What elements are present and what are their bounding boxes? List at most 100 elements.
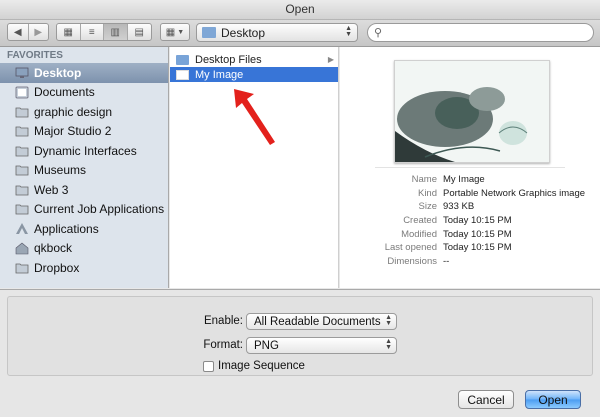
folder-icon — [202, 27, 216, 38]
format-value: PNG — [254, 339, 279, 352]
back-button[interactable]: ◀ — [8, 24, 29, 40]
sidebar-item-documents[interactable]: Documents — [0, 83, 168, 103]
folder-icon — [15, 105, 29, 118]
icon-grid-icon: ▦ — [63, 26, 73, 38]
format-popup[interactable]: PNG ▲ ▼ — [246, 337, 397, 354]
popup-arrows-icon: ▲ ▼ — [345, 25, 352, 38]
search-field[interactable]: ⚲ — [367, 23, 594, 42]
options-area: Enable: All Readable Documents ▲ ▼ Format… — [0, 289, 600, 381]
chevron-right-icon: ▶ — [34, 26, 43, 38]
annotation-arrow — [234, 89, 275, 145]
sidebar-item-label: Desktop — [34, 65, 82, 80]
enable-popup[interactable]: All Readable Documents ▲ ▼ — [246, 313, 397, 330]
sidebar-item-label: graphic design — [34, 104, 113, 119]
sidebar-item-label: Current Job Applications — [34, 202, 165, 217]
forward-button[interactable]: ▶ — [29, 24, 49, 40]
folder-icon — [15, 144, 29, 157]
sidebar-item-label: Applications — [34, 221, 99, 236]
sidebar-item-museums[interactable]: Museums — [0, 161, 168, 181]
info-row: Created Today 10:15 PM — [340, 214, 600, 228]
cover-flow-button[interactable]: ▤ — [128, 24, 151, 40]
nav-buttons: ◀ ▶ — [7, 23, 49, 41]
info-key: Dimensions — [387, 255, 437, 267]
sidebar-item-desktop[interactable]: Desktop — [0, 63, 168, 83]
icon-view-button[interactable]: ▦ — [57, 24, 81, 40]
info-key: Kind — [417, 187, 437, 199]
folder-icon — [15, 203, 29, 216]
arrange-grid-icon: ▦ — [165, 26, 176, 38]
sidebar-item-graphic-design[interactable]: graphic design — [0, 102, 168, 122]
window-title: Open — [0, 0, 600, 20]
disclosure-triangle-icon: ▶ — [327, 55, 334, 64]
popup-arrows-icon: ▲ ▼ — [385, 314, 392, 327]
sidebar-list: Desktop Documents graphic design Major Stud… — [0, 63, 168, 278]
folder-icon — [15, 183, 29, 196]
info-key: Last opened — [384, 242, 437, 254]
columns-icon: ▥ — [110, 26, 120, 38]
format-label: Format: — [203, 339, 243, 351]
info-key: Name — [411, 174, 437, 186]
chevron-left-icon: ◀ — [13, 26, 22, 38]
folder-icon — [15, 125, 29, 138]
file-name: Desktop Files — [195, 53, 262, 66]
info-value: My Image — [443, 174, 485, 186]
preview-divider — [375, 167, 565, 168]
image-sequence-checkbox[interactable] — [203, 361, 214, 372]
dropbox-folder-icon — [15, 261, 29, 274]
image-sequence-label: Image Sequence — [218, 360, 305, 372]
folder-icon — [176, 54, 189, 65]
info-row: Modified Today 10:15 PM — [340, 227, 600, 241]
sidebar-item-label: Dynamic Interfaces — [34, 143, 137, 158]
info-key: Size — [418, 201, 437, 213]
documents-icon — [15, 86, 29, 99]
info-row: Dimensions -- — [340, 255, 600, 269]
info-row: Last opened Today 10:15 PM — [340, 241, 600, 255]
enable-value: All Readable Documents — [254, 315, 381, 328]
bottom-bar: Cancel Open — [0, 381, 600, 417]
enable-label: Enable: — [203, 315, 243, 327]
file-info-list: Name My Image Kind Portable Network Graphic… — [340, 173, 600, 268]
search-icon: ⚲ — [374, 27, 383, 39]
info-key: Created — [403, 215, 437, 227]
preview-pane: Name My Image Kind Portable Network Graphic… — [340, 47, 600, 288]
cancel-button[interactable]: Cancel — [458, 390, 514, 409]
image-file-icon — [176, 69, 189, 80]
location-popup[interactable]: Desktop ▲ ▼ — [196, 23, 358, 42]
info-value: Today 10:15 PM — [443, 228, 512, 240]
info-value: -- — [443, 255, 450, 267]
info-row: Kind Portable Network Graphics image — [340, 187, 600, 201]
list-view-button[interactable]: ≡ — [81, 24, 104, 40]
file-item-desktop-files[interactable]: Desktop Files ▶ — [170, 52, 338, 67]
sidebar-item-applications[interactable]: Applications — [0, 219, 168, 239]
column-view-button[interactable]: ▥ — [104, 24, 128, 40]
home-icon — [15, 242, 29, 255]
desktop-icon — [15, 66, 29, 79]
file-name: My Image — [195, 68, 244, 81]
info-row: Name My Image — [340, 173, 600, 187]
info-value: 933 KB — [443, 201, 475, 213]
location-label: Desktop — [221, 25, 266, 40]
sidebar-item-label: qkbock — [34, 241, 73, 256]
info-value: Portable Network Graphics image — [443, 187, 586, 199]
sidebar-item-dropbox[interactable]: Dropbox — [0, 258, 168, 278]
sidebar-item-qkbock[interactable]: qkbock — [0, 239, 168, 259]
search-input[interactable] — [386, 25, 581, 40]
sidebar-item-major-studio-2[interactable]: Major Studio 2 — [0, 122, 168, 142]
folder-icon — [15, 164, 29, 177]
popup-arrows-icon: ▲ ▼ — [385, 338, 392, 351]
sidebar: FAVORITES Desktop Documents graphic design… — [0, 47, 169, 288]
sidebar-item-dynamic-interfaces[interactable]: Dynamic Interfaces — [0, 141, 168, 161]
list-icon: ≡ — [88, 26, 95, 38]
info-key: Modified — [401, 228, 437, 240]
sidebar-item-label: Documents — [34, 85, 95, 100]
sidebar-item-label: Major Studio 2 — [34, 124, 112, 139]
sidebar-item-web-3[interactable]: Web 3 — [0, 180, 168, 200]
sidebar-header: FAVORITES — [7, 50, 63, 61]
arrange-button[interactable]: ▦ ▼ — [160, 23, 190, 41]
info-value: Today 10:15 PM — [443, 242, 512, 254]
sidebar-item-current-job-applications[interactable]: Current Job Applications — [0, 200, 168, 220]
sidebar-item-label: Web 3 — [34, 182, 69, 197]
open-button[interactable]: Open — [525, 390, 581, 409]
sidebar-item-label: Museums — [34, 163, 87, 178]
options-panel: Enable: All Readable Documents ▲ ▼ Format… — [7, 296, 593, 376]
